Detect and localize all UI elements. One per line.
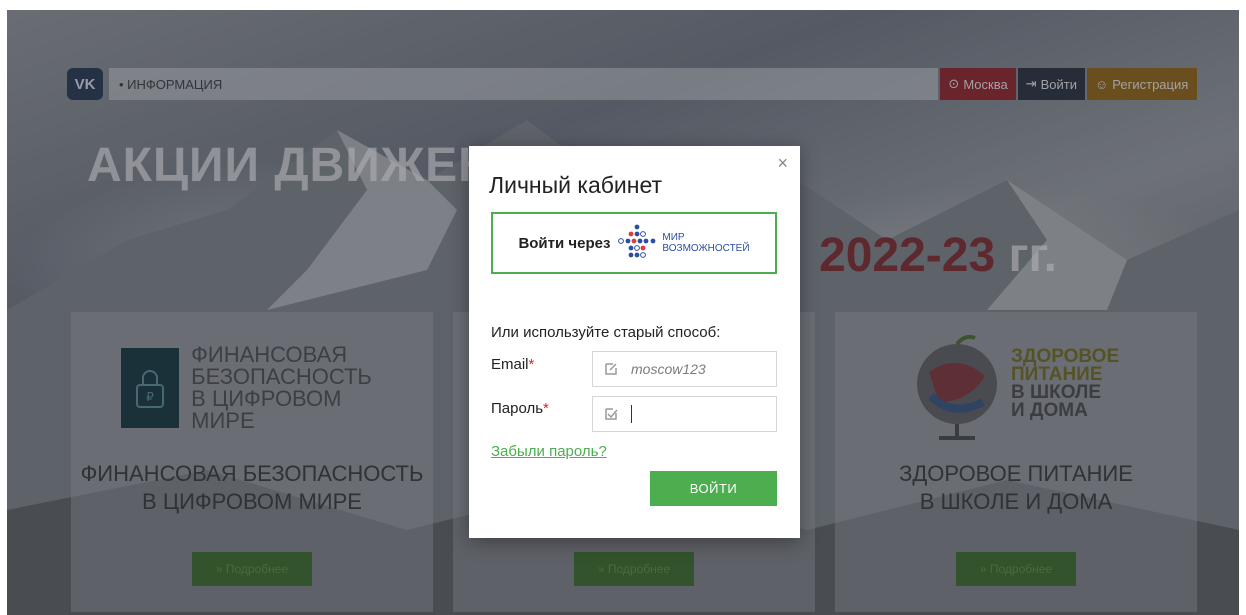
sso-brand-name: МИР ВОЗМОЖНОСТЕЙ <box>662 232 749 254</box>
login-modal: × Личный кабинет Войти через МИР ВОЗМОЖН… <box>469 146 800 538</box>
required-mark: * <box>543 400 549 417</box>
close-icon[interactable]: × <box>777 154 788 172</box>
password-label: Пароль* <box>491 400 549 417</box>
password-label-text: Пароль <box>491 400 544 417</box>
modal-title: Личный кабинет <box>489 172 663 198</box>
forgot-password-link[interactable]: Забыли пароль? <box>491 443 607 460</box>
sso-brand-line-1: МИР <box>662 232 685 243</box>
alternative-login-text: Или используйте старый способ: <box>491 324 721 341</box>
login-submit-button[interactable]: ВОЙТИ <box>650 471 777 506</box>
sso-brand-line-2: ВОЗМОЖНОСТЕЙ <box>662 243 750 254</box>
checkbox-edit-icon <box>605 408 618 420</box>
edit-icon <box>605 363 617 375</box>
password-field[interactable] <box>592 396 777 432</box>
email-input[interactable] <box>631 361 761 377</box>
sso-label: Войти через <box>518 234 611 252</box>
email-label: Email* <box>491 356 534 373</box>
email-field[interactable] <box>592 351 777 387</box>
email-label-text: Email <box>491 356 529 373</box>
required-mark: * <box>528 356 535 373</box>
sso-login-button[interactable]: Войти через МИР ВОЗМОЖНОСТЕЙ <box>491 212 777 274</box>
text-caret <box>631 405 632 423</box>
mir-vozmozhnostey-logo-icon <box>618 224 656 258</box>
